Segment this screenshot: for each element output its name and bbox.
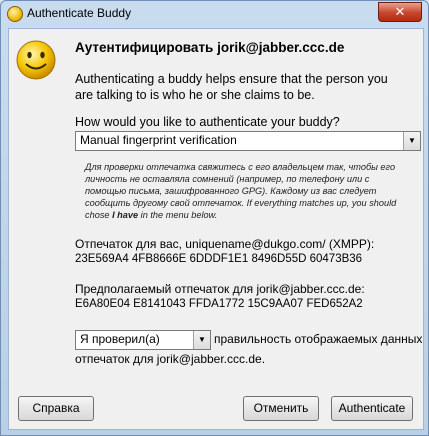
your-fingerprint-value: 23E569A4 4FB8666E 6DDDF1E1 8496D55D 6047… [75, 253, 363, 265]
verification-value: Я проверил(а) [80, 332, 160, 346]
help-text-part2: in the menu below. [138, 210, 218, 220]
buddy-fingerprint: Предполагаемый отпечаток для jorik@jabbe… [75, 282, 365, 312]
help-text: Для проверки отпечатка свяжитесь с его в… [85, 161, 397, 221]
help-button[interactable]: Справка [18, 396, 94, 421]
authenticate-button[interactable]: Authenticate [331, 396, 413, 421]
buddy-fingerprint-value: E6A80E04 E8141043 FFDA1772 15C9AA07 FED6… [75, 298, 363, 310]
auth-method-select[interactable]: Manual fingerprint verification ▼ [75, 131, 421, 151]
dropdown-arrow-icon[interactable]: ▼ [193, 331, 210, 349]
dropdown-arrow-icon[interactable]: ▼ [403, 132, 420, 150]
dialog-window: Authenticate Buddy ✕ Аутентифицировать j… [0, 0, 429, 436]
auth-method-value: Manual fingerprint verification [80, 133, 237, 147]
dialog-heading: Аутентифицировать jorik@jabber.ccc.de [75, 40, 345, 55]
app-icon [7, 6, 23, 22]
help-text-bold: I have [112, 210, 139, 220]
cancel-button[interactable]: Отменить [243, 396, 319, 421]
description-text: Authenticating a buddy helps ensure that… [75, 72, 388, 102]
window-title: Authenticate Buddy [27, 6, 132, 20]
close-button[interactable]: ✕ [378, 2, 422, 22]
method-question: How would you like to authenticate your … [75, 115, 340, 129]
verification-text-line1: правильность отображаемых данных [214, 332, 423, 346]
verification-select[interactable]: Я проверил(а) ▼ [75, 330, 211, 350]
dialog-body: Аутентифицировать jorik@jabber.ccc.de Au… [8, 28, 424, 430]
your-fingerprint-label: Отпечаток для вас, uniquename@dukgo.com/… [75, 237, 375, 251]
smiley-icon [16, 40, 56, 80]
verification-text-line2: отпечаток для jorik@jabber.ccc.de. [75, 352, 266, 366]
title-bar[interactable]: Authenticate Buddy ✕ [1, 1, 428, 27]
buddy-fingerprint-label: Предполагаемый отпечаток для jorik@jabbe… [75, 282, 365, 296]
your-fingerprint: Отпечаток для вас, uniquename@dukgo.com/… [75, 237, 374, 267]
